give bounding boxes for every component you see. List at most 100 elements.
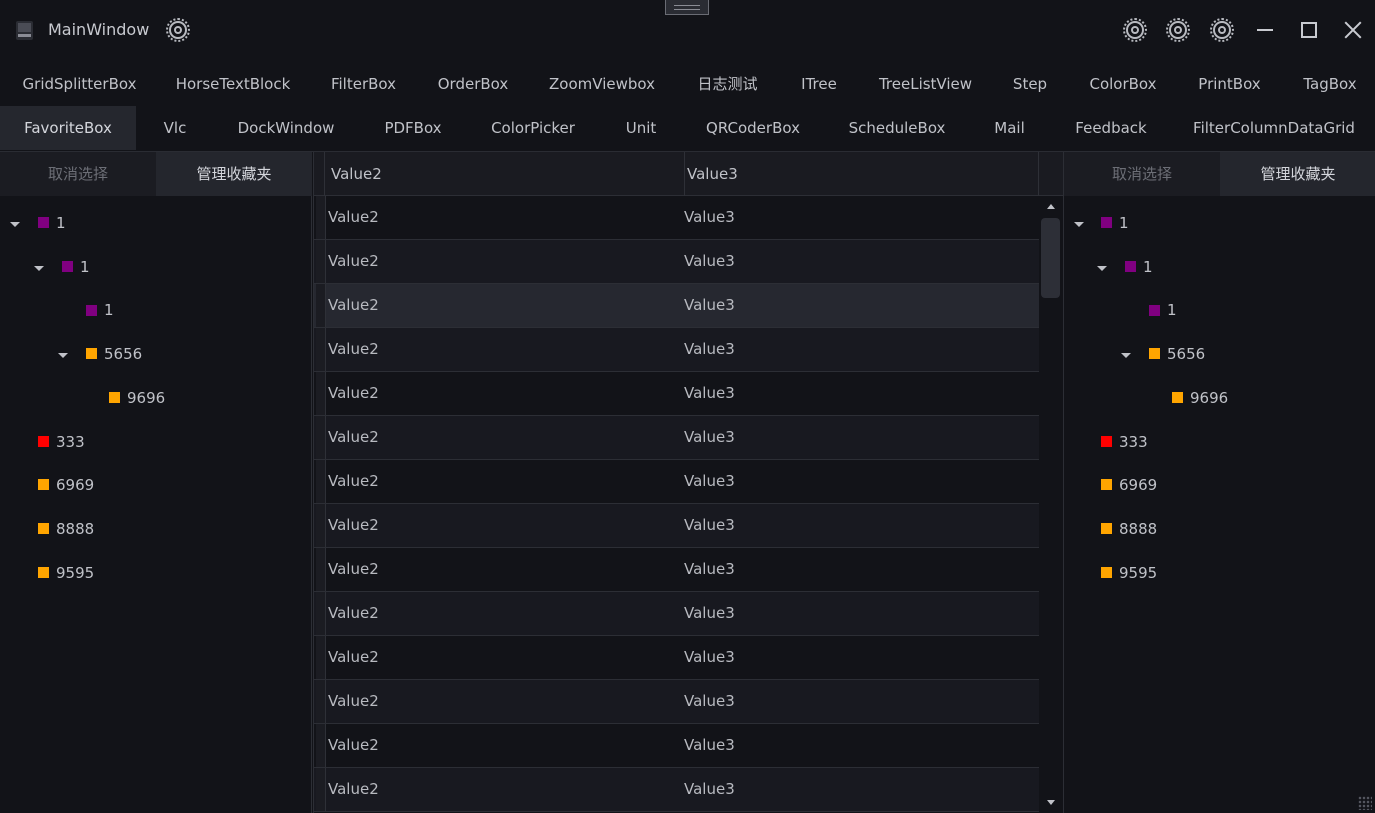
table-row[interactable]: Value2 Value3 [314,416,1039,460]
table-row[interactable]: Value2 Value3 [314,680,1039,724]
tree-node[interactable]: 8888 [56,519,94,539]
tab-favoritebox[interactable]: FavoriteBox [0,106,136,150]
tab-schedulebox[interactable]: ScheduleBox [836,106,958,150]
caret-down-icon[interactable] [1121,353,1131,358]
grid-cell[interactable]: Value3 [684,636,735,679]
column-header-value2[interactable]: Value2 [326,152,684,196]
row-header[interactable] [316,196,326,239]
gear-icon[interactable] [1210,18,1234,42]
table-row[interactable]: Value2 Value3 [314,460,1039,504]
tab-treelistview[interactable]: TreeListView [865,62,986,106]
table-row[interactable]: Value2 Value3 [314,548,1039,592]
grid-cell[interactable]: Value2 [328,284,379,327]
caret-down-icon[interactable] [34,266,44,271]
tab-log-test[interactable]: 日志测试 [684,62,771,106]
table-row[interactable]: Value2 Value3 [314,636,1039,680]
row-header[interactable] [316,592,326,635]
grid-cell[interactable]: Value2 [328,416,379,459]
grid-cell[interactable]: Value3 [684,196,735,239]
table-row[interactable]: Value2 Value3 [314,768,1039,812]
tree-node[interactable]: 1 [1167,300,1177,320]
grid-cell[interactable]: Value3 [684,240,735,283]
gear-icon[interactable] [1123,18,1147,42]
grid-cell[interactable]: Value2 [328,768,379,811]
tree-node[interactable]: 333 [56,432,85,452]
tree-node[interactable]: 8888 [1119,519,1157,539]
tree-node[interactable]: 6969 [1119,475,1157,495]
table-row[interactable]: Value2 Value3 [314,372,1039,416]
tab-zoomviewbox[interactable]: ZoomViewbox [536,62,668,106]
tree-node[interactable]: 5656 [104,344,142,364]
scroll-up-icon[interactable] [1047,204,1055,209]
tree-node[interactable]: 9595 [56,563,94,583]
grid-cell[interactable]: Value3 [684,724,735,767]
row-header[interactable] [316,548,326,591]
tab-mail[interactable]: Mail [982,106,1037,150]
grid-cell[interactable]: Value2 [328,504,379,547]
tab-feedback[interactable]: Feedback [1061,106,1161,150]
row-header[interactable] [316,636,326,679]
tab-printbox[interactable]: PrintBox [1185,62,1274,106]
grid-cell[interactable]: Value3 [684,768,735,811]
title-bar[interactable]: MainWindow [0,0,1375,62]
caret-down-icon[interactable] [1074,222,1084,227]
vertical-scrollbar[interactable] [1039,196,1063,813]
maximize-icon[interactable] [1297,18,1321,42]
tab-colorbox[interactable]: ColorBox [1075,62,1171,106]
grid-cell[interactable]: Value2 [328,724,379,767]
column-divider[interactable] [1038,152,1039,196]
table-row[interactable]: Value2 Value3 [314,284,1039,328]
tree-node[interactable]: 333 [1119,432,1148,452]
tab-gridsplitterbox[interactable]: GridSplitterBox [8,62,151,106]
grid-cell[interactable]: Value2 [328,372,379,415]
tree-node[interactable]: 5656 [1167,344,1205,364]
tree-node[interactable]: 1 [56,213,66,233]
tab-filtercolumndatagrid[interactable]: FilterColumnDataGrid [1184,106,1364,150]
deselect-button[interactable]: 取消选择 [1064,152,1220,196]
tab-colorpicker[interactable]: ColorPicker [478,106,588,150]
row-header[interactable] [316,240,326,283]
tree-node[interactable]: 1 [1143,257,1153,277]
grid-cell[interactable]: Value3 [684,592,735,635]
tab-orderbox[interactable]: OrderBox [423,62,523,106]
grid-cell[interactable]: Value2 [328,548,379,591]
table-row[interactable]: Value2 Value3 [314,240,1039,284]
tab-vlc[interactable]: Vlc [150,106,200,150]
drag-handle[interactable] [665,0,709,15]
tab-itree[interactable]: ITree [788,62,850,106]
tree-node[interactable]: 1 [1119,213,1129,233]
grid-cell[interactable]: Value3 [684,460,735,503]
manage-favorites-button[interactable]: 管理收藏夹 [1220,152,1375,196]
tree-node[interactable]: 9696 [1190,388,1228,408]
row-header[interactable] [316,372,326,415]
grid-cell[interactable]: Value3 [684,284,735,327]
row-header[interactable] [316,328,326,371]
tab-step[interactable]: Step [1002,62,1058,106]
row-header[interactable] [316,504,326,547]
scroll-down-icon[interactable] [1047,800,1055,805]
tree-node[interactable]: 9595 [1119,563,1157,583]
tab-qrcoderbox[interactable]: QRCoderBox [694,106,812,150]
caret-down-icon[interactable] [58,353,68,358]
row-header[interactable] [316,460,326,503]
grid-cell[interactable]: Value2 [328,680,379,723]
deselect-button[interactable]: 取消选择 [0,152,156,196]
grid-cell[interactable]: Value3 [684,548,735,591]
table-row[interactable]: Value2 Value3 [314,724,1039,768]
scroll-thumb[interactable] [1041,218,1060,298]
row-header[interactable] [316,724,326,767]
tree-node[interactable]: 9696 [127,388,165,408]
gear-icon[interactable] [1166,18,1190,42]
grid-cell[interactable]: Value2 [328,328,379,371]
tab-unit[interactable]: Unit [612,106,670,150]
table-row[interactable]: Value2 Value3 [314,592,1039,636]
manage-favorites-button[interactable]: 管理收藏夹 [156,152,312,196]
grid-cell[interactable]: Value2 [328,460,379,503]
grid-cell[interactable]: Value3 [684,416,735,459]
row-header[interactable] [316,284,326,327]
grid-cell[interactable]: Value3 [684,372,735,415]
table-row[interactable]: Value2 Value3 [314,504,1039,548]
caret-down-icon[interactable] [10,222,20,227]
tab-filterbox[interactable]: FilterBox [318,62,409,106]
tab-tagbox[interactable]: TagBox [1290,62,1370,106]
